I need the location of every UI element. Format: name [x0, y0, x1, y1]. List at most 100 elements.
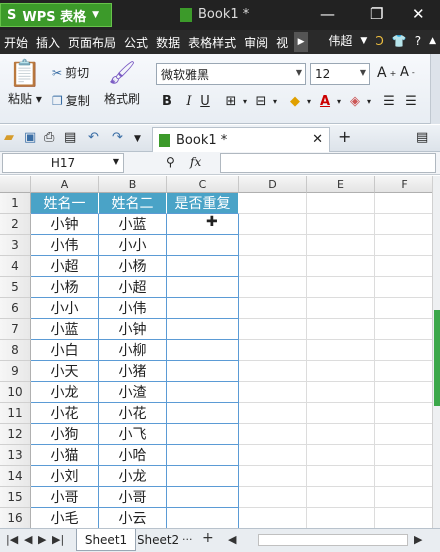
- close-window-icon[interactable]: ✕: [412, 5, 425, 23]
- row-header-1[interactable]: 1: [0, 193, 31, 214]
- cell-b9[interactable]: 小猪: [99, 361, 167, 382]
- row-header-7[interactable]: 7: [0, 319, 31, 340]
- cell-c16[interactable]: [167, 508, 239, 528]
- minimize-icon[interactable]: —: [320, 5, 335, 23]
- row-header-4[interactable]: 4: [0, 256, 31, 277]
- row-header-6[interactable]: 6: [0, 298, 31, 319]
- skin-icon[interactable]: Ɔ: [375, 34, 383, 48]
- bold-button[interactable]: B: [158, 90, 176, 112]
- row-header-12[interactable]: 12: [0, 424, 31, 445]
- open-folder-icon[interactable]: ▰: [4, 130, 14, 145]
- cell-a15[interactable]: 小哥: [31, 487, 99, 508]
- cell-d10[interactable]: [239, 382, 307, 403]
- menu-item-view[interactable]: 视: [272, 34, 292, 51]
- add-sheet-icon[interactable]: +: [202, 530, 214, 546]
- chevron-down-icon[interactable]: ▾: [266, 90, 284, 112]
- first-sheet-icon[interactable]: |◀: [6, 533, 18, 546]
- prev-sheet-icon[interactable]: ◀: [24, 533, 32, 546]
- cut-button[interactable]: ✂ 剪切: [52, 64, 89, 81]
- help-icon[interactable]: ?: [415, 34, 421, 48]
- column-header-b[interactable]: B: [99, 176, 167, 193]
- print-icon[interactable]: ⎙: [44, 130, 54, 145]
- last-sheet-icon[interactable]: ▶|: [52, 533, 64, 546]
- grow-font-icon[interactable]: A +: [377, 65, 396, 81]
- zoom-function-icon[interactable]: ⚲: [166, 155, 175, 169]
- cell-b10[interactable]: 小渣: [99, 382, 167, 403]
- row-header-10[interactable]: 10: [0, 382, 31, 403]
- cell-b8[interactable]: 小柳: [99, 340, 167, 361]
- cell-c2[interactable]: [167, 214, 239, 235]
- cell-b6[interactable]: 小伟: [99, 298, 167, 319]
- font-size-select[interactable]: 12 ▼: [310, 63, 370, 85]
- cell-b14[interactable]: 小龙: [99, 466, 167, 487]
- cell-d16[interactable]: [239, 508, 307, 528]
- cell-b5[interactable]: 小超: [99, 277, 167, 298]
- row-header-14[interactable]: 14: [0, 466, 31, 487]
- row-header-16[interactable]: 16: [0, 508, 31, 528]
- undo-icon[interactable]: ↶: [88, 130, 99, 145]
- cell-e8[interactable]: [307, 340, 375, 361]
- cell-c13[interactable]: [167, 445, 239, 466]
- cell-c12[interactable]: [167, 424, 239, 445]
- cell-b3[interactable]: 小小: [99, 235, 167, 256]
- column-header-c[interactable]: C: [167, 176, 239, 193]
- column-header-f[interactable]: F: [375, 176, 432, 193]
- ribbon-collapse-icon[interactable]: ▲: [429, 36, 436, 46]
- cell-e1[interactable]: [307, 193, 375, 214]
- align-left-icon[interactable]: ☰: [380, 90, 398, 112]
- column-header-e[interactable]: E: [307, 176, 375, 193]
- close-tab-icon[interactable]: ✕: [312, 132, 323, 147]
- cell-f4[interactable]: [375, 256, 432, 277]
- scroll-left-icon[interactable]: ◀: [228, 533, 236, 546]
- cell-a13[interactable]: 小猫: [31, 445, 99, 466]
- cell-e7[interactable]: [307, 319, 375, 340]
- cell-c14[interactable]: [167, 466, 239, 487]
- cell-f10[interactable]: [375, 382, 432, 403]
- cell-d9[interactable]: [239, 361, 307, 382]
- cell-d14[interactable]: [239, 466, 307, 487]
- font-name-select[interactable]: 微软雅黑 ▼: [156, 63, 306, 85]
- select-all-corner[interactable]: [0, 176, 31, 193]
- chevron-down-icon[interactable]: ▾: [360, 90, 378, 112]
- cell-f16[interactable]: [375, 508, 432, 528]
- cell-a10[interactable]: 小龙: [31, 382, 99, 403]
- cell-f11[interactable]: [375, 403, 432, 424]
- tab-list-icon[interactable]: ▤: [416, 130, 428, 145]
- cell-d12[interactable]: [239, 424, 307, 445]
- cell-a16[interactable]: 小毛: [31, 508, 99, 528]
- menu-item-review[interactable]: 审阅: [240, 34, 272, 51]
- cell-a14[interactable]: 小刘: [31, 466, 99, 487]
- cell-d13[interactable]: [239, 445, 307, 466]
- vertical-scroll-thumb[interactable]: [434, 310, 440, 406]
- cell-a2[interactable]: 小钟: [31, 214, 99, 235]
- cell-c4[interactable]: [167, 256, 239, 277]
- cell-e4[interactable]: [307, 256, 375, 277]
- cell-f7[interactable]: [375, 319, 432, 340]
- menu-item-table-style[interactable]: 表格样式: [184, 34, 240, 51]
- cell-e16[interactable]: [307, 508, 375, 528]
- scroll-right-icon[interactable]: ▶: [414, 533, 422, 546]
- restore-icon[interactable]: ❐: [370, 5, 383, 23]
- menu-item-formulas[interactable]: 公式: [120, 34, 152, 51]
- cell-b13[interactable]: 小哈: [99, 445, 167, 466]
- cell-a5[interactable]: 小杨: [31, 277, 99, 298]
- row-header-13[interactable]: 13: [0, 445, 31, 466]
- cell-f2[interactable]: [375, 214, 432, 235]
- cell-e15[interactable]: [307, 487, 375, 508]
- sheet-tab-sheet1[interactable]: Sheet1: [76, 529, 136, 551]
- cell-c11[interactable]: [167, 403, 239, 424]
- cell-b11[interactable]: 小花: [99, 403, 167, 424]
- cell-a9[interactable]: 小天: [31, 361, 99, 382]
- cell-a1[interactable]: 姓名一: [31, 193, 99, 214]
- row-header-11[interactable]: 11: [0, 403, 31, 424]
- app-menu-button[interactable]: S WPS 表格 ▼: [0, 3, 112, 27]
- cell-f3[interactable]: [375, 235, 432, 256]
- menu-item-data[interactable]: 数据: [152, 34, 184, 51]
- cell-f9[interactable]: [375, 361, 432, 382]
- user-name[interactable]: 伟超: [328, 32, 352, 49]
- cell-f14[interactable]: [375, 466, 432, 487]
- cell-b16[interactable]: 小云: [99, 508, 167, 528]
- insert-function-button[interactable]: fx: [190, 155, 201, 169]
- cell-b7[interactable]: 小钟: [99, 319, 167, 340]
- cell-b2[interactable]: 小蓝: [99, 214, 167, 235]
